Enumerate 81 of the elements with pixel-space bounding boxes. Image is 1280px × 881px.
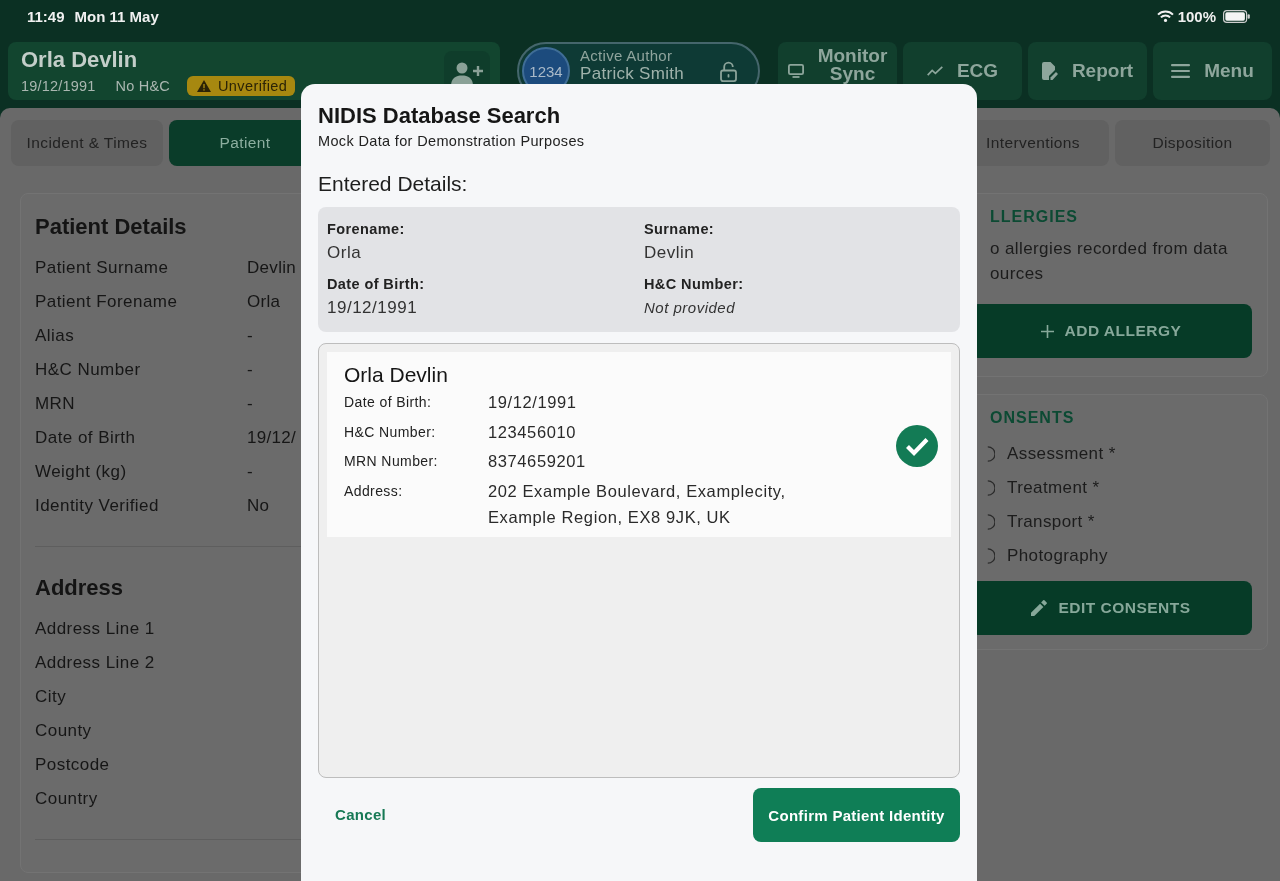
wifi-icon (1156, 10, 1174, 22)
detail-label: Surname: (644, 220, 715, 238)
report-button[interactable]: Report (1028, 42, 1147, 100)
lock-icon (720, 60, 737, 82)
confirm-button[interactable]: Confirm Patient Identity (753, 788, 960, 842)
allergies-message: o allergies recorded from data ources (990, 238, 1229, 285)
document-edit-icon (1041, 62, 1058, 80)
field-label: Address Line 2 (35, 653, 156, 673)
field-label: Address Line 1 (35, 619, 156, 639)
patient-name: Orla Devlin (21, 46, 138, 73)
author-label: Active Author (580, 47, 673, 65)
pencil-icon (1031, 600, 1048, 616)
field-label: City (35, 687, 68, 707)
consent-label: Transport * (1007, 512, 1095, 532)
section-tab[interactable]: Incident & Times (11, 120, 163, 166)
dialog-title: NIDIS Database Search (318, 102, 561, 130)
field-label: Patient Forename (35, 292, 179, 312)
radio-icon[interactable] (987, 480, 995, 496)
detail-label: Forename: (327, 220, 405, 238)
consent-label: Photography (1007, 546, 1108, 566)
result-label: MRN Number: (344, 452, 438, 471)
plus-icon (1040, 324, 1054, 338)
patient-result-card[interactable]: Orla Devlin Date of Birth: 19/12/1991 H&C Number: 123456010 MRN Number: 8374659201 Address: 202 Example Boulevard, Examplecity, Example Region, EX8 9JK, UK (327, 352, 951, 537)
section-title: Patient Details (35, 213, 187, 241)
field-label: MRN (35, 394, 77, 414)
result-value: 123456010 (488, 421, 576, 443)
section-title: Address (35, 574, 124, 602)
trend-line-icon (926, 66, 943, 76)
field-value: - (247, 462, 253, 482)
field-value: - (247, 394, 253, 414)
consent-label: Treatment * (1007, 478, 1100, 498)
section-tab[interactable]: Disposition (1115, 120, 1270, 166)
field-value: No (247, 496, 270, 516)
result-label: H&C Number: (344, 422, 436, 442)
patient-hc-status: No H&C (115, 76, 170, 96)
dialog-subtitle: Mock Data for Demonstration Purposes (318, 132, 585, 150)
field-label: Postcode (35, 755, 111, 775)
detail-value: 19/12/1991 (327, 297, 418, 319)
field-value: Devlin (247, 258, 297, 278)
field-label: Identity Verified (35, 496, 160, 516)
detail-value: Orla (327, 242, 362, 264)
detail-label: Date of Birth: (327, 275, 425, 293)
result-name: Orla Devlin (344, 363, 448, 387)
menu-button[interactable]: Menu (1153, 42, 1272, 100)
detail-label: H&C Number: (644, 275, 744, 293)
field-label: Patient Surname (35, 258, 170, 278)
field-value: Orla (247, 292, 281, 312)
author-name: Patrick Smith (580, 65, 685, 83)
result-value: 19/12/1991 (488, 392, 577, 413)
field-label: Country (35, 789, 99, 809)
menu-icon (1171, 64, 1191, 78)
section-title: LLERGIES (990, 207, 1078, 227)
field-value: 19/12/ (247, 428, 297, 448)
status-date: Mon 11 May (74, 7, 159, 25)
radio-icon[interactable] (987, 514, 995, 530)
field-label: H&C Number (35, 360, 142, 380)
status-time: 11:49 (27, 7, 65, 25)
result-value: 8374659201 (488, 451, 586, 472)
section-title: ONSENTS (990, 408, 1075, 428)
detail-value: Not provided (644, 298, 736, 318)
field-value: - (247, 360, 253, 380)
warning-icon (196, 79, 211, 92)
field-label: County (35, 721, 93, 741)
result-value: 202 Example Boulevard, Examplecity, Example Region, EX8 9JK, UK (488, 480, 787, 528)
battery-icon (1223, 9, 1250, 23)
cancel-button[interactable]: Cancel (335, 805, 386, 825)
result-label: Date of Birth: (344, 393, 432, 412)
result-label: Address: (344, 481, 403, 501)
badge-text: Unverified (217, 76, 288, 96)
radio-icon[interactable] (987, 548, 995, 564)
field-label: Weight (kg) (35, 462, 128, 482)
field-label: Alias (35, 326, 76, 346)
radio-icon[interactable] (987, 446, 995, 462)
battery-percent: 100% (1177, 7, 1216, 25)
patient-dob: 19/12/1991 (21, 76, 96, 96)
monitor-icon (787, 64, 804, 78)
field-label: Date of Birth (35, 428, 137, 448)
section-heading: Entered Details: (318, 171, 468, 197)
detail-value: Devlin (644, 242, 695, 264)
consent-label: Assessment * (1007, 444, 1116, 464)
field-value: - (247, 326, 253, 346)
